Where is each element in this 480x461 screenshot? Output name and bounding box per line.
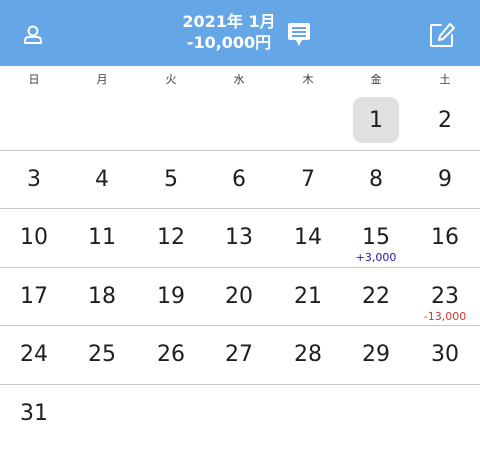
weekday-header: 日月火水木金土 bbox=[0, 66, 480, 90]
day-number: 6 bbox=[232, 167, 246, 192]
memo-button[interactable] bbox=[284, 22, 314, 52]
weekday-label: 水 bbox=[233, 73, 245, 86]
day-cell[interactable]: 29 bbox=[342, 326, 410, 384]
edit-icon bbox=[428, 21, 456, 53]
day-cell[interactable]: 18 bbox=[68, 268, 136, 326]
month-title: 2021年 1月 bbox=[182, 12, 276, 31]
day-cell[interactable]: 31 bbox=[0, 385, 68, 443]
day-cell[interactable]: 4 bbox=[68, 151, 136, 209]
day-number: 29 bbox=[362, 342, 390, 367]
edit-button[interactable] bbox=[425, 20, 459, 54]
day-cell[interactable]: 22 bbox=[342, 268, 410, 326]
day-cell[interactable]: 24 bbox=[0, 326, 68, 384]
day-cell[interactable]: 12 bbox=[137, 209, 205, 267]
day-cell[interactable]: 2 bbox=[411, 92, 479, 150]
day-cell[interactable]: 14 bbox=[274, 209, 342, 267]
day-number: 4 bbox=[95, 167, 109, 192]
day-cell[interactable]: 23 -13,000 bbox=[411, 268, 479, 326]
day-cell[interactable]: 6 bbox=[205, 151, 273, 209]
day-number: 18 bbox=[88, 284, 116, 309]
day-number: 19 bbox=[157, 284, 185, 309]
day-cell[interactable]: 13 bbox=[205, 209, 273, 267]
day-number: 16 bbox=[431, 225, 459, 250]
month-selector[interactable]: 2021年 1月 -10,000円 bbox=[168, 11, 290, 53]
day-number: 10 bbox=[20, 225, 48, 250]
week-divider bbox=[0, 384, 480, 385]
day-cell[interactable]: 3 bbox=[0, 151, 68, 209]
day-number: 28 bbox=[294, 342, 322, 367]
day-number: 3 bbox=[27, 167, 41, 192]
day-number: 11 bbox=[88, 225, 116, 250]
day-cell[interactable]: 16 bbox=[411, 209, 479, 267]
day-cell[interactable]: 15 +3,000 bbox=[342, 209, 410, 267]
day-cell[interactable]: 11 bbox=[68, 209, 136, 267]
day-cell[interactable]: 7 bbox=[274, 151, 342, 209]
calendar-grid: 1 2 3 4 5 6 7 8 9 10 11 12 13 14 15 +3,000 16 17 18 19 20 21 2… bbox=[0, 92, 480, 461]
day-number: 1 bbox=[369, 108, 383, 133]
day-cell[interactable]: 21 bbox=[274, 268, 342, 326]
day-number: 25 bbox=[88, 342, 116, 367]
day-cell[interactable]: 20 bbox=[205, 268, 273, 326]
header-bar: 2021年 1月 -10,000円 bbox=[0, 0, 480, 66]
day-number: 24 bbox=[20, 342, 48, 367]
user-icon bbox=[22, 24, 44, 50]
day-number: 22 bbox=[362, 284, 390, 309]
user-button[interactable] bbox=[16, 20, 50, 54]
day-number: 2 bbox=[438, 108, 452, 133]
day-number: 8 bbox=[369, 167, 383, 192]
day-cell[interactable]: 25 bbox=[68, 326, 136, 384]
day-number: 26 bbox=[157, 342, 185, 367]
day-cell[interactable]: 5 bbox=[137, 151, 205, 209]
weekday-label: 火 bbox=[165, 73, 177, 86]
day-number: 21 bbox=[294, 284, 322, 309]
day-number: 30 bbox=[431, 342, 459, 367]
expense-amount: -13,000 bbox=[423, 310, 467, 323]
day-cell[interactable]: 28 bbox=[274, 326, 342, 384]
weekday-label: 木 bbox=[302, 73, 314, 86]
day-number: 23 bbox=[431, 284, 459, 309]
day-number: 5 bbox=[164, 167, 178, 192]
weekday-label: 日 bbox=[28, 73, 40, 86]
day-cell[interactable]: 1 bbox=[342, 92, 410, 150]
day-number: 12 bbox=[157, 225, 185, 250]
calendar-app: 2021年 1月 -10,000円 日 月 火 水 木 金 土 1 2 3 4 5… bbox=[0, 0, 480, 461]
weekday-label: 月 bbox=[96, 73, 108, 86]
day-cell[interactable]: 19 bbox=[137, 268, 205, 326]
weekday-label: 土 bbox=[439, 73, 451, 86]
day-number: 7 bbox=[301, 167, 315, 192]
day-number: 13 bbox=[225, 225, 253, 250]
day-cell[interactable]: 17 bbox=[0, 268, 68, 326]
month-total: -10,000円 bbox=[186, 33, 272, 52]
day-number: 20 bbox=[225, 284, 253, 309]
day-number: 14 bbox=[294, 225, 322, 250]
day-cell[interactable]: 26 bbox=[137, 326, 205, 384]
weekday-label: 金 bbox=[370, 73, 382, 86]
day-number: 17 bbox=[20, 284, 48, 309]
day-cell[interactable]: 10 bbox=[0, 209, 68, 267]
day-cell[interactable]: 8 bbox=[342, 151, 410, 209]
day-number: 9 bbox=[438, 167, 452, 192]
day-number: 31 bbox=[20, 401, 48, 426]
day-number: 15 bbox=[362, 225, 390, 250]
income-amount: +3,000 bbox=[355, 251, 397, 264]
memo-icon bbox=[286, 21, 312, 53]
day-cell[interactable]: 9 bbox=[411, 151, 479, 209]
day-cell[interactable]: 30 bbox=[411, 326, 479, 384]
day-number: 27 bbox=[225, 342, 253, 367]
day-cell[interactable]: 27 bbox=[205, 326, 273, 384]
